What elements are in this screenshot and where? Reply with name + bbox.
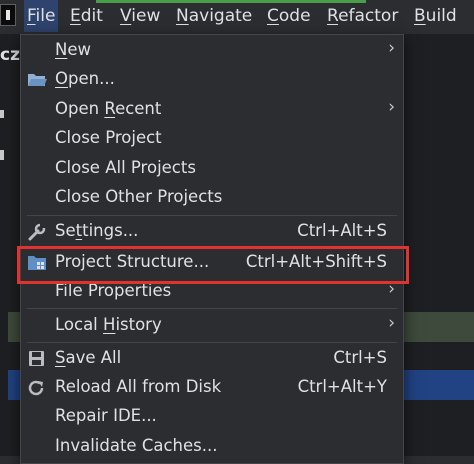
menu-item-close-all-label: Close All Projects [55, 158, 196, 177]
folder-open-icon [28, 74, 47, 86]
menu-item-settings-prefix: Se [55, 221, 76, 240]
menu-code[interactable]: Code [264, 0, 314, 32]
menu-item-local-history-text: istory [115, 315, 162, 334]
menu-build-label: uild [425, 6, 457, 26]
menu-item-project-structure-label: Project Structure... [55, 252, 210, 271]
wrench-icon [28, 223, 46, 241]
menu-item-local-history-mnemonic: H [103, 315, 116, 334]
menu-item-open-label: Open... [55, 69, 115, 88]
gutter-marker [0, 110, 4, 118]
menu-item-settings-label: Settings... [55, 221, 138, 240]
submenu-arrow-icon: › [388, 38, 395, 58]
menu-file[interactable]: File [24, 0, 59, 32]
menu-item-close-all-projects[interactable]: Close All Projects [21, 155, 403, 184]
menu-item-new-mnemonic: N [55, 40, 68, 59]
menu-refactor[interactable]: Refactor [324, 0, 401, 32]
menu-item-repair-ide[interactable]: Repair IDE... [21, 403, 403, 432]
menu-item-save-all-label: Save All [55, 348, 121, 367]
menu-item-open-text: pen... [68, 69, 115, 88]
menu-item-open[interactable]: Open... [21, 66, 403, 95]
menu-file-mnemonic: F [27, 6, 36, 26]
menu-separator [27, 342, 397, 343]
menu-file-label: ile [35, 6, 56, 26]
menu-item-project-structure[interactable]: Project Structure... Ctrl+Alt+Shift+S [21, 249, 403, 278]
menu-item-file-properties-label: File Properties [55, 281, 172, 300]
menu-item-save-all[interactable]: Save All Ctrl+S [21, 345, 403, 374]
menu-view-label: iew [131, 6, 161, 26]
menu-item-repair-label: Repair IDE... [55, 406, 157, 425]
submenu-arrow-icon: › [388, 97, 395, 117]
menu-separator [27, 215, 397, 216]
editor-selection [404, 370, 474, 400]
menu-item-new-text: ew [67, 40, 91, 59]
menu-item-new-label: New [55, 40, 91, 59]
menu-item-open-recent-prefix: Open [55, 99, 105, 118]
menu-item-reload-shortcut: Ctrl+Alt+Y [297, 377, 387, 396]
menu-item-save-all-text: ave All [65, 348, 122, 367]
menu-item-save-all-shortcut: Ctrl+S [333, 348, 387, 367]
menu-item-local-history-prefix: Local [55, 315, 104, 334]
main-menubar: File Edit View Navigate Code Refactor Bu… [0, 0, 474, 34]
menu-item-reload-all[interactable]: Reload All from Disk Ctrl+Alt+Y [21, 374, 403, 403]
menu-item-settings[interactable]: Settings... Ctrl+Alt+S [21, 218, 403, 247]
menu-item-settings-shortcut: Ctrl+Alt+S [297, 221, 387, 240]
save-icon [29, 351, 44, 366]
menu-item-close-project[interactable]: Close Project [21, 125, 403, 154]
tree-row-selection [8, 370, 20, 400]
reload-icon [28, 380, 44, 396]
menu-item-close-other-label: Close Other Projects [55, 187, 223, 206]
menu-navigate[interactable]: Navigate [173, 0, 255, 32]
menu-item-open-mnemonic: O [55, 69, 68, 88]
editor-line-highlight [404, 312, 474, 342]
menu-edit-label: dit [80, 6, 103, 26]
menu-item-local-history[interactable]: Local History › [21, 312, 403, 341]
menu-code-label: ode [278, 6, 311, 26]
project-tab[interactable]: cz [0, 40, 20, 70]
menu-separator [27, 308, 397, 309]
menu-item-new[interactable]: New › [21, 37, 403, 66]
menu-item-settings-text: tings... [82, 221, 139, 240]
menu-build[interactable]: Build [411, 0, 460, 32]
submenu-arrow-icon: › [388, 279, 395, 299]
menu-edit-mnemonic: E [70, 6, 81, 26]
menu-item-local-history-label: Local History [55, 315, 162, 334]
menu-navigate-label: avigate [188, 6, 253, 26]
menu-item-invalidate-label: Invalidate Caches... [55, 436, 218, 455]
menu-item-invalidate-caches[interactable]: Invalidate Caches... [21, 433, 403, 462]
tree-row-highlight [8, 312, 20, 342]
menu-code-mnemonic: C [267, 6, 279, 26]
file-menu-dropdown: New › Open... Open Recent › Close Projec… [20, 34, 404, 464]
menu-item-save-all-mnemonic: S [55, 348, 66, 367]
menu-item-close-project-label: Close Project [55, 128, 162, 147]
menu-build-mnemonic: B [414, 6, 426, 26]
menu-refactor-mnemonic: R [327, 6, 339, 26]
menu-item-open-recent-mnemonic: R [104, 99, 116, 118]
menu-item-file-properties[interactable]: File Properties › [21, 278, 403, 307]
menu-item-open-recent-label: Open Recent [55, 99, 161, 118]
submenu-arrow-icon: › [388, 313, 395, 333]
app-logo-icon [0, 4, 16, 26]
menu-item-close-other-projects[interactable]: Close Other Projects [21, 184, 403, 213]
menu-item-open-recent[interactable]: Open Recent › [21, 96, 403, 125]
gutter-marker [0, 150, 4, 160]
menu-item-open-recent-text: ecent [115, 99, 162, 118]
menu-edit[interactable]: Edit [67, 0, 106, 32]
menu-view[interactable]: View [117, 0, 163, 32]
menu-navigate-mnemonic: N [176, 6, 189, 26]
project-structure-icon [28, 256, 46, 270]
menu-view-mnemonic: V [120, 6, 132, 26]
menu-refactor-label: efactor [338, 6, 399, 26]
menu-item-reload-label: Reload All from Disk [55, 377, 222, 396]
menu-item-project-structure-shortcut: Ctrl+Alt+Shift+S [245, 252, 387, 271]
